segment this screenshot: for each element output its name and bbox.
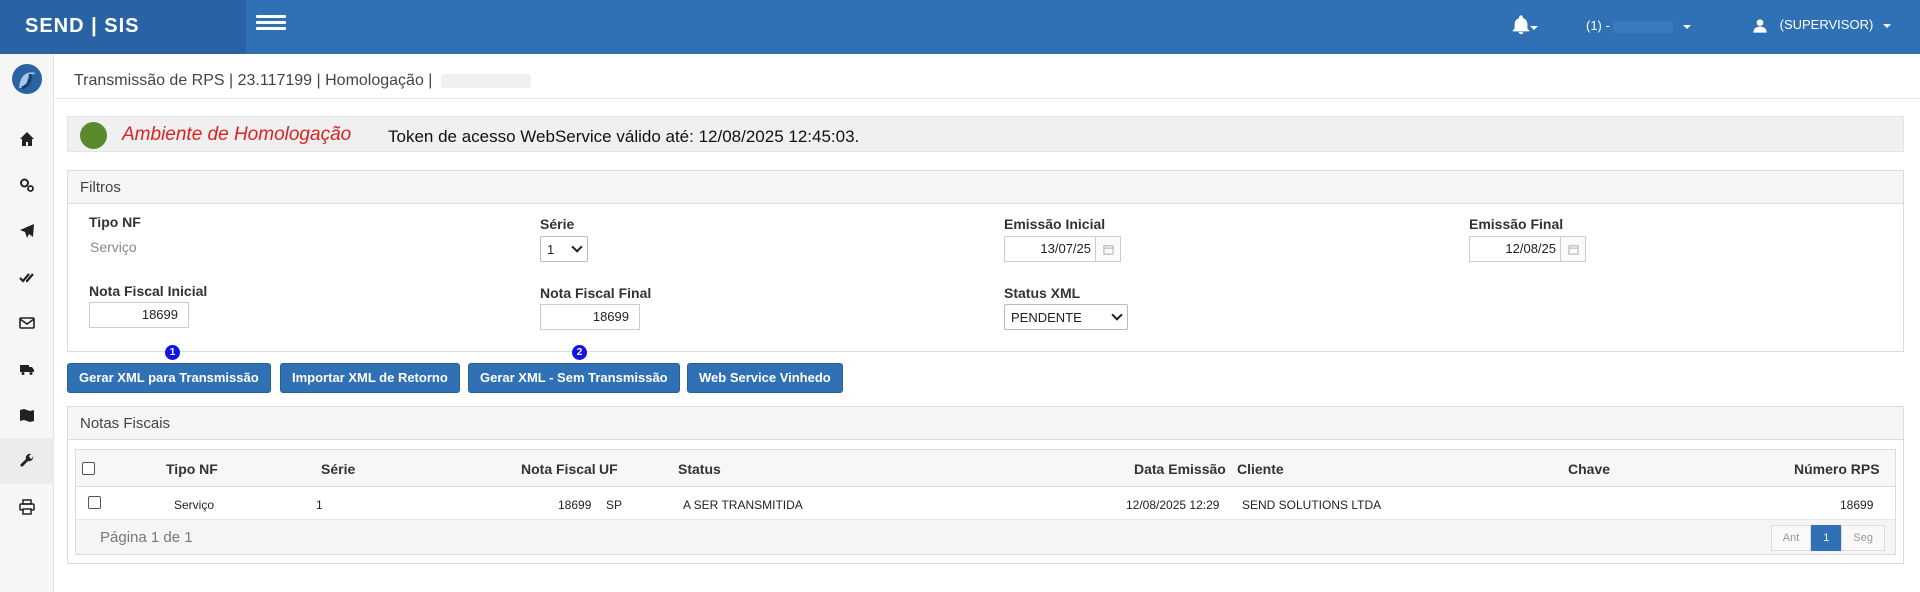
double-check-icon — [19, 273, 34, 283]
truck-icon — [20, 365, 34, 375]
top-navbar: SEND | SIS (1) - (SUPERVISOR) — [0, 0, 1920, 54]
app-logo-icon — [10, 62, 44, 96]
col-nota-fiscal[interactable]: Nota Fiscal — [521, 461, 596, 477]
menu-toggle-icon[interactable] — [256, 12, 286, 38]
environment-status-indicator — [80, 122, 107, 149]
cell-data-emissao: 12/08/2025 12:29 — [1126, 498, 1220, 512]
emissao-final-datepicker: 12/08/25 — [1469, 236, 1586, 262]
importar-xml-retorno-button[interactable]: Importar XML de Retorno — [280, 363, 460, 393]
col-serie[interactable]: Série — [321, 461, 355, 477]
chevron-down-icon — [1111, 309, 1123, 321]
status-xml-select[interactable]: PENDENTE — [1004, 304, 1128, 330]
sidebar-item-print[interactable] — [0, 484, 54, 530]
chevron-down-icon — [571, 241, 583, 253]
breadcrumb: Transmissão de RPS | 23.117199 | Homolog… — [74, 72, 531, 90]
cell-tipo-nf: Serviço — [174, 498, 215, 512]
pagination: Ant 1 Seg — [1770, 525, 1885, 551]
col-chave[interactable]: Chave — [1568, 461, 1610, 477]
table-row[interactable]: Serviço 1 18699 SP A SER TRANSMITIDA 12/… — [76, 487, 1895, 520]
nf-final-label: Nota Fiscal Final — [540, 285, 652, 301]
col-status[interactable]: Status — [678, 461, 721, 477]
cell-numero-rps: 18699 — [1840, 498, 1874, 512]
notas-fiscais-panel: Notas Fiscais Tipo NF Série Nota Fiscal … — [67, 406, 1904, 564]
wrench-icon — [20, 453, 34, 467]
web-service-vinhedo-button[interactable]: Web Service Vinhedo — [687, 363, 843, 393]
emissao-final-label: Emissão Final — [1469, 216, 1564, 232]
cogs-icon — [20, 178, 34, 192]
sidebar-item-mail[interactable] — [0, 300, 54, 346]
notifications-bell-icon[interactable] — [1510, 14, 1538, 40]
cell-serie: 1 — [316, 498, 323, 512]
calendar-icon[interactable] — [1096, 236, 1121, 262]
user-icon — [1753, 18, 1767, 33]
notas-fiscais-title: Notas Fiscais — [68, 407, 1903, 440]
serie-label: Série — [540, 216, 575, 232]
gerar-xml-transmissao-button[interactable]: Gerar XML para Transmissão — [67, 363, 271, 393]
brand-logo[interactable]: SEND | SIS — [0, 0, 246, 54]
step-badge-1: 1 — [165, 345, 180, 360]
serie-select[interactable]: 1 — [540, 236, 588, 262]
envelope-icon — [19, 317, 35, 329]
sidebar-item-transport[interactable] — [0, 346, 54, 392]
cell-nota-fiscal: 18699 — [558, 498, 592, 512]
col-data-emissao[interactable]: Data Emissão — [1134, 461, 1226, 477]
sidebar — [0, 54, 54, 592]
filters-panel: Filtros Tipo NF Serviço Série 1 Emissão … — [67, 170, 1904, 352]
user-role-label: (SUPERVISOR) — [1779, 17, 1874, 32]
col-numero-rps[interactable]: Número RPS — [1794, 461, 1880, 477]
col-tipo-nf[interactable]: Tipo NF — [166, 461, 218, 477]
emissao-inicial-datepicker: 13/07/25 — [1004, 236, 1121, 262]
print-icon — [19, 499, 35, 515]
serie-selected: 1 — [547, 241, 555, 257]
select-all-checkbox[interactable] — [82, 462, 95, 475]
company-label: (1) - — [1586, 18, 1610, 33]
map-icon — [20, 409, 34, 422]
calendar-icon[interactable] — [1561, 236, 1586, 262]
main-content: Transmissão de RPS | 23.117199 | Homolog… — [55, 54, 1920, 592]
pager-prev-button[interactable]: Ant — [1770, 525, 1812, 551]
cell-status: A SER TRANSMITIDA — [683, 498, 803, 512]
tipo-nf-value: Serviço — [90, 239, 137, 255]
page-info: Página 1 de 1 — [100, 529, 193, 546]
sidebar-item-settings[interactable] — [0, 162, 54, 208]
pager-next-button[interactable]: Seg — [1841, 525, 1885, 551]
sidebar-item-tools[interactable] — [0, 438, 54, 484]
emissao-inicial-label: Emissão Inicial — [1004, 216, 1106, 232]
cell-uf: SP — [606, 498, 623, 512]
chevron-down-icon — [1882, 23, 1891, 28]
nf-inicial-label: Nota Fiscal Inicial — [89, 283, 208, 299]
nf-inicial-input[interactable]: 18699 — [89, 302, 189, 328]
step-badge-2: 2 — [572, 345, 587, 360]
table-header: Tipo NF Série Nota Fiscal UF Status Data… — [76, 450, 1895, 487]
home-icon — [20, 132, 34, 146]
breadcrumb-text: Transmissão de RPS | 23.117199 | Homolog… — [74, 72, 433, 89]
company-selector[interactable]: (1) - — [1586, 18, 1692, 33]
sidebar-item-validate[interactable] — [0, 254, 54, 300]
nf-final-input[interactable]: 18699 — [540, 304, 640, 330]
user-menu[interactable]: (SUPERVISOR) — [1752, 17, 1891, 34]
paper-plane-icon — [20, 224, 34, 238]
status-xml-label: Status XML — [1004, 285, 1081, 301]
environment-banner: Ambiente de Homologação Token de acesso … — [67, 116, 1904, 152]
sidebar-item-map[interactable] — [0, 392, 54, 438]
emissao-inicial-input[interactable]: 13/07/25 — [1004, 236, 1096, 262]
chevron-down-icon — [1683, 24, 1692, 29]
pager-page-1[interactable]: 1 — [1811, 525, 1842, 551]
notas-fiscais-table: Tipo NF Série Nota Fiscal UF Status Data… — [75, 449, 1896, 555]
col-cliente[interactable]: Cliente — [1237, 461, 1284, 477]
table-footer: Página 1 de 1 Ant 1 Seg — [76, 520, 1895, 554]
status-xml-selected: PENDENTE — [1011, 309, 1082, 325]
col-uf[interactable]: UF — [599, 461, 618, 477]
sidebar-item-home[interactable] — [0, 116, 54, 162]
sidebar-item-send[interactable] — [0, 208, 54, 254]
environment-name: Ambiente de Homologação — [122, 124, 352, 145]
filters-title: Filtros — [68, 171, 1903, 204]
gerar-xml-sem-transmissao-button[interactable]: Gerar XML - Sem Transmissão — [468, 363, 680, 393]
cell-cliente: SEND SOLUTIONS LTDA — [1242, 498, 1382, 512]
row-checkbox[interactable] — [88, 496, 101, 509]
emissao-final-input[interactable]: 12/08/25 — [1469, 236, 1561, 262]
tipo-nf-label: Tipo NF — [89, 214, 141, 230]
token-validity-text: Token de acesso WebService válido até: 1… — [388, 127, 860, 146]
